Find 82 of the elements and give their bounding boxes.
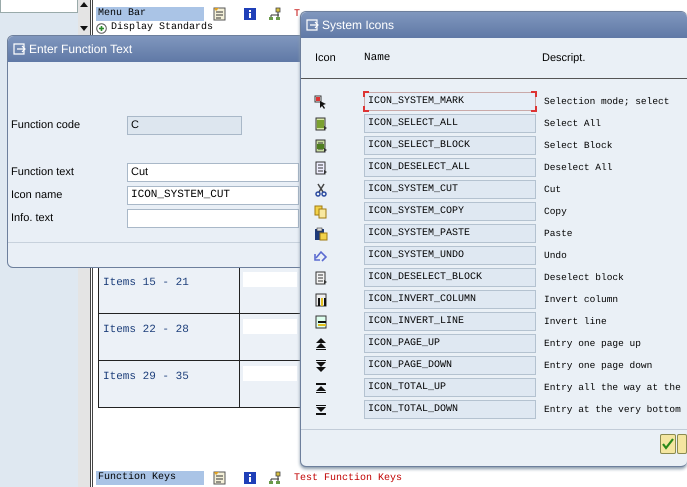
icon-description: Entry at the very bottom [543, 404, 682, 415]
select-list-icon [314, 116, 328, 130]
input-field[interactable]: ICON_DESELECT_ALL [364, 158, 536, 177]
icon-description: Copy [543, 206, 568, 217]
window-icon [13, 43, 26, 55]
input-field[interactable]: ICON_SYSTEM_CUT [127, 186, 299, 205]
table-cell: Items 22 - 28 [99, 314, 240, 361]
table-cell: Items 15 - 21 [99, 267, 240, 314]
input-field[interactable]: ICON_TOTAL_UP [364, 378, 536, 397]
column-header: Name [364, 52, 392, 64]
icon-description: Undo [543, 250, 568, 261]
icon-description: Entry one page up [543, 338, 642, 349]
icon-description: Invert line [543, 316, 608, 327]
tree-node[interactable]: Function Keys [96, 471, 204, 485]
info-icon[interactable] [243, 7, 257, 21]
icon-description: Entry all the way at the [543, 382, 682, 393]
scissors-icon [314, 182, 328, 196]
input-field[interactable] [0, 0, 78, 13]
icon-description: Deselect All [543, 162, 614, 173]
input-field[interactable] [243, 366, 297, 381]
column-header: Icon [315, 52, 337, 64]
copy-icon [314, 204, 328, 218]
hierarchy-icon[interactable] [268, 7, 282, 21]
confirm-button[interactable] [660, 434, 676, 454]
icon-description: Deselect block [543, 272, 625, 283]
icon-description: Invert column [543, 294, 620, 305]
input-field[interactable]: ICON_INVERT_COLUMN [364, 290, 536, 309]
test-link[interactable]: T [294, 8, 300, 20]
info-icon[interactable] [243, 471, 257, 485]
field-label: Info. text [11, 211, 54, 226]
column-header: Descript. [542, 52, 586, 64]
icon-description: Select All [543, 118, 602, 129]
input-field[interactable]: ICON_SELECT_ALL [364, 114, 536, 133]
double-down-arrow-icon [314, 358, 328, 372]
field-label: Icon name [11, 188, 64, 203]
table-cell: Items 29 - 35 [99, 361, 240, 408]
input-field[interactable] [243, 319, 297, 334]
select-block-icon [314, 138, 328, 152]
icon-description: Select Block [543, 140, 614, 151]
input-field[interactable]: ICON_SYSTEM_UNDO [364, 246, 536, 265]
input-field[interactable] [243, 272, 297, 287]
scroll-up-icon[interactable] [78, 0, 90, 9]
list-icon[interactable] [213, 7, 227, 21]
icon-description: Paste [543, 228, 574, 239]
field-label: Function text [11, 165, 75, 180]
dialog-title: System Icons [322, 18, 394, 32]
rows-icon [314, 314, 328, 328]
input-field[interactable]: ICON_PAGE_UP [364, 334, 536, 353]
tree-node[interactable]: Menu Bar [96, 7, 204, 21]
icon-description: Selection mode; select [543, 96, 670, 107]
input-field[interactable]: ICON_SYSTEM_CUT [364, 180, 536, 199]
pointer-icon [314, 94, 328, 108]
hierarchy-icon[interactable] [268, 471, 282, 485]
list-icon [314, 160, 328, 174]
icon-description: Entry one page down [543, 360, 654, 371]
input-field[interactable]: ICON_SYSTEM_PASTE [364, 224, 536, 243]
undo-icon [314, 248, 328, 262]
checkmark-icon [661, 437, 675, 451]
input-field[interactable]: ICON_INVERT_LINE [364, 312, 536, 331]
scroll-down-icon[interactable] [78, 24, 90, 33]
window-icon [306, 19, 319, 31]
input-field[interactable]: ICON_PAGE_DOWN [364, 356, 536, 375]
input-field[interactable] [127, 209, 299, 228]
dialog-button[interactable] [677, 434, 687, 454]
icon-description: Cut [543, 184, 562, 195]
list-icon [314, 270, 328, 284]
input-field[interactable]: ICON_DESELECT_BLOCK [364, 268, 536, 287]
double-up-arrow-icon [314, 336, 328, 350]
dialog-title: Enter Function Text [29, 42, 132, 56]
test-link[interactable]: Test Function Keys [294, 472, 402, 484]
expand-icon[interactable] [96, 22, 107, 34]
clipboard-icon [314, 226, 328, 240]
bottom-arrow-icon [314, 402, 328, 416]
input-field[interactable]: ICON_SELECT_BLOCK [364, 136, 536, 155]
field-label: Function code [11, 118, 82, 133]
columns-icon [314, 292, 328, 306]
tree-node[interactable]: Display Standards [111, 22, 214, 34]
top-arrow-icon [314, 380, 328, 394]
input-field[interactable]: ICON_TOTAL_DOWN [364, 400, 536, 419]
input-field[interactable]: ICON_SYSTEM_COPY [364, 202, 536, 221]
input-field[interactable]: Cut [127, 163, 299, 182]
input-field[interactable]: ICON_SYSTEM_MARK [364, 92, 536, 111]
